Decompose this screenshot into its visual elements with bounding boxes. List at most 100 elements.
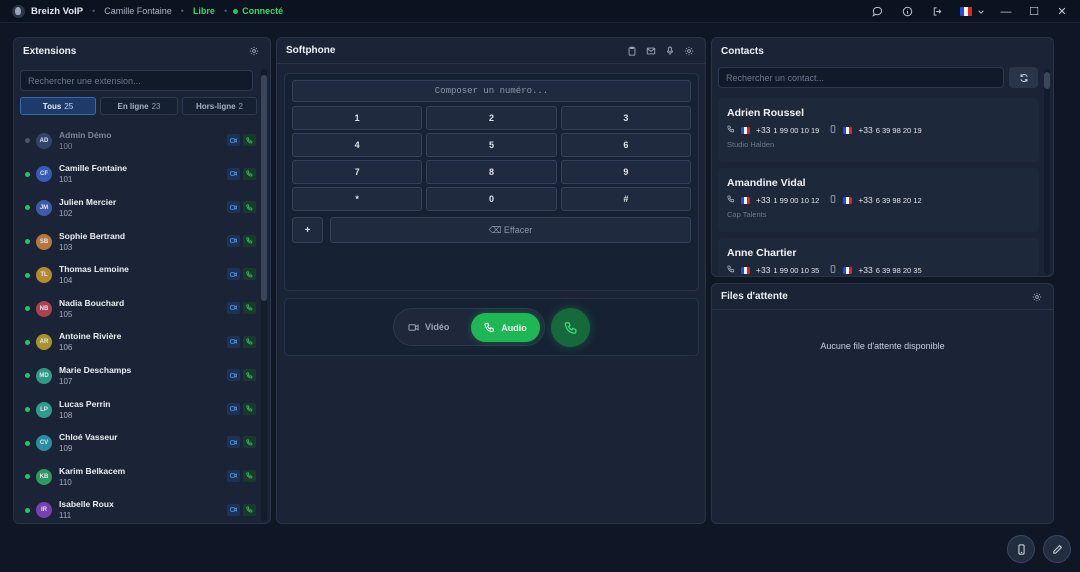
video-call-icon[interactable] <box>227 301 240 314</box>
extension-row[interactable]: CV Chloé Vasseur 109 <box>20 426 256 460</box>
dialpad-key[interactable]: 4 <box>292 133 423 157</box>
video-mode-button[interactable]: Vidéo <box>408 309 449 345</box>
close-window-button[interactable]: ✕ <box>1048 0 1076 23</box>
phone-call-icon[interactable] <box>243 436 256 449</box>
phone-call-icon[interactable] <box>243 402 256 415</box>
language-selector[interactable] <box>952 0 992 23</box>
extension-row[interactable]: SB Sophie Bertrand 103 <box>20 225 256 259</box>
dialpad-key[interactable]: 6 <box>560 133 691 157</box>
video-call-icon[interactable] <box>227 268 240 281</box>
mobile-phone-icon <box>1017 543 1025 555</box>
video-call-icon[interactable] <box>227 402 240 415</box>
extensions-title: Extensions <box>23 45 77 57</box>
extension-search-input[interactable]: Rechercher une extension... <box>20 70 253 91</box>
extension-row[interactable]: MD Marie Deschamps 107 <box>20 359 256 393</box>
video-call-icon[interactable] <box>227 201 240 214</box>
maximize-button[interactable]: ☐ <box>1020 0 1048 23</box>
dialpad-key[interactable]: 1 <box>292 106 423 130</box>
video-call-icon[interactable] <box>227 503 240 516</box>
phone-number: 6 39 98 20 12 <box>875 195 922 205</box>
dialpad-key[interactable]: 8 <box>426 160 557 184</box>
separator: • <box>180 6 184 16</box>
filter-offline[interactable]: Hors-ligne 2 <box>182 97 257 115</box>
extensions-scrollbar-thumb[interactable] <box>261 75 267 301</box>
info-icon[interactable] <box>892 0 922 23</box>
phone-call-icon[interactable] <box>243 201 256 214</box>
plus-key-button[interactable]: + <box>292 217 323 243</box>
extension-row[interactable]: CF Camille Fontaine 101 <box>20 158 256 192</box>
chat-icon[interactable] <box>862 0 892 23</box>
video-call-icon[interactable] <box>227 369 240 382</box>
video-call-icon[interactable] <box>227 335 240 348</box>
phone-call-icon[interactable] <box>243 335 256 348</box>
clipboard-icon[interactable] <box>625 44 639 58</box>
availability-status[interactable]: Libre <box>193 6 215 16</box>
extension-row[interactable]: LP Lucas Perrin 108 <box>20 393 256 427</box>
contact-search-input[interactable]: Rechercher un contact... <box>718 67 1004 88</box>
extension-actions <box>227 503 256 516</box>
phone-call-icon[interactable] <box>243 134 256 146</box>
landline-phone[interactable]: +33 1 99 00 10 12 <box>727 195 819 205</box>
dialpad-key[interactable]: 5 <box>426 133 557 157</box>
phone-call-icon[interactable] <box>243 268 256 281</box>
contacts-scrollbar-thumb[interactable] <box>1044 72 1050 89</box>
phone-call-icon[interactable] <box>243 369 256 382</box>
contact-card[interactable]: Anne Chartier +33 1 99 00 10 35 +33 6 39 98 … <box>718 238 1039 276</box>
filter-online[interactable]: En ligne 23 <box>100 97 178 115</box>
phone-prefix: +33 <box>858 125 873 135</box>
microphone-icon[interactable] <box>663 44 677 58</box>
extension-number: 109 <box>59 444 73 454</box>
extension-row[interactable]: KB Karim Belkacem 110 <box>20 460 256 494</box>
extension-row[interactable]: TL Thomas Lemoine 104 <box>20 258 256 292</box>
dialpad-key[interactable]: 7 <box>292 160 423 184</box>
extension-row[interactable]: AD Admin Démo 100 <box>20 124 256 158</box>
edit-button[interactable] <box>1043 535 1071 563</box>
dialpad-key[interactable]: 3 <box>560 106 691 130</box>
video-call-icon[interactable] <box>227 469 240 482</box>
dialpad-key[interactable]: * <box>292 187 423 211</box>
landline-phone[interactable]: +33 1 99 00 10 35 <box>727 265 819 275</box>
dial-number-input[interactable]: Composer un numéro... <box>292 80 691 102</box>
extension-actions <box>227 436 256 449</box>
dialpad-key[interactable]: 0 <box>426 187 557 211</box>
audio-mode-button[interactable]: Audio <box>471 313 540 342</box>
video-call-icon[interactable] <box>227 234 240 247</box>
settings-gear-icon[interactable] <box>1030 290 1044 304</box>
phone-call-icon[interactable] <box>243 234 256 247</box>
extension-row[interactable]: JM Julien Mercier 102 <box>20 191 256 225</box>
phone-call-icon[interactable] <box>243 167 256 180</box>
settings-gear-icon[interactable] <box>682 44 696 58</box>
mobile-phone[interactable]: +33 6 39 98 20 19 <box>829 125 922 135</box>
extension-row[interactable]: AR Antoine Rivière 106 <box>20 326 256 360</box>
extension-info: Chloé Vasseur 109 <box>59 432 118 454</box>
extension-row[interactable]: IR Isabelle Roux 111 <box>20 494 256 523</box>
mobile-device-button[interactable] <box>1007 535 1035 563</box>
phone-call-icon[interactable] <box>243 301 256 314</box>
phone-call-icon[interactable] <box>243 469 256 482</box>
mobile-phone[interactable]: +33 6 39 98 20 12 <box>829 195 922 205</box>
refresh-contacts-button[interactable] <box>1009 67 1038 88</box>
clear-button[interactable]: ⌫ Effacer <box>330 217 691 243</box>
dialpad-key[interactable]: # <box>560 187 691 211</box>
mail-icon[interactable] <box>644 44 658 58</box>
extension-row[interactable]: NB Nadia Bouchard 105 <box>20 292 256 326</box>
mobile-phone[interactable]: +33 6 39 98 20 35 <box>829 265 922 275</box>
landline-phone[interactable]: +33 1 99 00 10 19 <box>727 125 819 135</box>
contacts-scrollbar[interactable] <box>1044 69 1050 274</box>
logout-icon[interactable] <box>922 0 952 23</box>
video-call-icon[interactable] <box>227 436 240 449</box>
extensions-scrollbar[interactable] <box>261 69 267 521</box>
settings-gear-icon[interactable] <box>247 44 261 58</box>
phone-call-icon[interactable] <box>243 503 256 516</box>
call-button[interactable] <box>551 308 590 347</box>
minimize-button[interactable]: — <box>992 0 1020 23</box>
video-call-icon[interactable] <box>227 134 240 146</box>
dialpad-key[interactable]: 9 <box>560 160 691 184</box>
contact-card[interactable]: Amandine Vidal +33 1 99 00 10 12 +33 6 39 98… <box>718 168 1039 232</box>
extension-info: Isabelle Roux 111 <box>59 499 114 521</box>
contact-card[interactable]: Adrien Roussel +33 1 99 00 10 19 +33 6 39 98… <box>718 98 1039 162</box>
dialpad-key[interactable]: 2 <box>426 106 557 130</box>
presence-dot-icon <box>25 339 30 345</box>
video-call-icon[interactable] <box>227 167 240 180</box>
filter-all[interactable]: Tous 25 <box>20 97 96 115</box>
